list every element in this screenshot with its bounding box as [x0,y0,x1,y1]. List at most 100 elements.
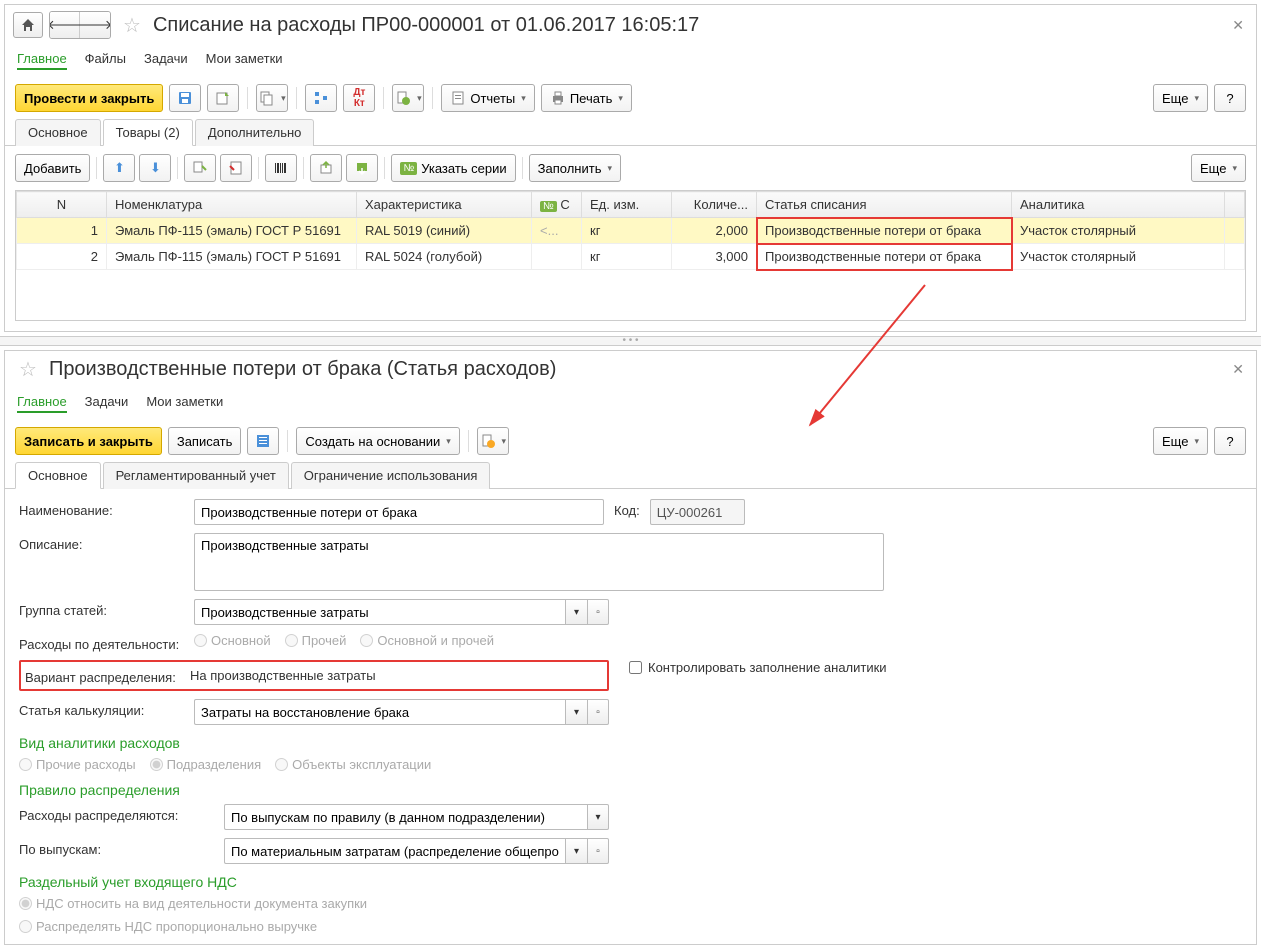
activity-radios: Основной Прочей Основной и прочей [194,633,494,648]
grid-more-button[interactable]: Еще▾ [1191,154,1246,182]
export-button[interactable] [346,154,378,182]
label-by-output: По выпускам: [19,838,214,857]
home-button[interactable] [13,12,43,38]
favorite-icon-bottom[interactable]: ☆ [13,357,43,382]
control-analytics-checkbox[interactable] [629,661,642,674]
splitter[interactable]: • • • [0,336,1261,346]
move-down-button[interactable]: ⬇ [139,154,171,182]
activity-radio-main [194,634,207,647]
label-desc: Описание: [19,533,184,552]
post-and-close-button[interactable]: Провести и закрыть [15,84,163,112]
name-field[interactable] [194,499,604,525]
col-unit[interactable]: Ед. изм. [582,192,672,218]
section-dist-rule: Правило распределения [19,782,1242,798]
tab-notes[interactable]: Мои заметки [206,49,283,70]
col-quantity[interactable]: Количе... [672,192,757,218]
calc-item-field[interactable] [194,699,565,725]
calc-dropdown-button[interactable]: ▾ [565,699,587,725]
more-button[interactable]: Еще▾ [1153,84,1208,112]
btab-notes[interactable]: Мои заметки [146,392,223,413]
more-button-bottom[interactable]: Еще▾ [1153,427,1208,455]
tab-files[interactable]: Файлы [85,49,126,70]
forward-button[interactable]: 🡒 [80,12,110,38]
activity-radio-both [360,634,373,647]
group-open-button[interactable]: ▫ [587,599,609,625]
form-area: Наименование: Код: Описание: Группа стат… [5,489,1256,944]
table-row[interactable]: 1 Эмаль ПФ-115 (эмаль) ГОСТ Р 51691 RAL … [17,218,1245,244]
bsubtab-reg[interactable]: Регламентированный учет [103,462,289,489]
save-button[interactable] [169,84,201,112]
subtab-main[interactable]: Основное [15,119,101,146]
grid-toolbar: Добавить ⬆ ⬇ №Указать серии Заполнить▾ Е… [5,146,1256,190]
col-characteristic[interactable]: Характеристика [357,192,532,218]
tab-main[interactable]: Главное [17,49,67,70]
label-dist-by: Расходы распределяются: [19,804,214,823]
help-button-bottom[interactable]: ? [1214,427,1246,455]
col-extra[interactable] [1225,192,1245,218]
save-button-bottom[interactable]: Записать [168,427,242,455]
structure-button[interactable] [305,84,337,112]
vat-radio-revenue [19,920,32,933]
subtab-goods[interactable]: Товары (2) [103,119,193,146]
save-and-close-button[interactable]: Записать и закрыть [15,427,162,455]
col-writeoff[interactable]: Статья списания [757,192,1012,218]
specify-series-button[interactable]: №Указать серии [391,154,515,182]
dist-by-field[interactable] [224,804,587,830]
tab-tasks[interactable]: Задачи [144,49,188,70]
fill-button[interactable]: Заполнить▾ [529,154,621,182]
analytics-radio-dept [150,758,163,771]
post-button[interactable] [207,84,239,112]
col-n[interactable]: N [17,192,107,218]
dist-variant-value: На производственные затраты [190,668,376,683]
favorite-icon[interactable]: ☆ [117,13,147,38]
description-field[interactable] [194,533,884,591]
top-close-button[interactable]: ✕ [1228,13,1248,38]
list-button[interactable] [247,427,279,455]
code-field[interactable] [650,499,745,525]
bottom-panel: ☆ Производственные потери от брака (Стат… [4,350,1257,945]
distby-dropdown-button[interactable]: ▾ [587,804,609,830]
barcode-button[interactable] [265,154,297,182]
reports-button[interactable]: Отчеты▾ [441,84,534,112]
col-nomenclature[interactable]: Номенклатура [107,192,357,218]
table-header-row: N Номенклатура Характеристика № С Ед. из… [17,192,1245,218]
vat-radio-doc [19,897,32,910]
activity-radio-other [285,634,298,647]
import-button[interactable] [310,154,342,182]
analytics-radio-other [19,758,32,771]
btab-tasks[interactable]: Задачи [85,392,129,413]
bottom-toolbar: Записать и закрыть Записать Создать на о… [5,421,1256,461]
bsubtab-restrict[interactable]: Ограничение использования [291,462,491,489]
group-dropdown-button[interactable]: ▾ [565,599,587,625]
subtab-additional[interactable]: Дополнительно [195,119,315,146]
add-row-button[interactable]: Добавить [15,154,90,182]
output-open-button[interactable]: ▫ [587,838,609,864]
label-code: Код: [614,499,640,518]
back-button[interactable]: 🡐 [50,12,80,38]
output-dropdown-button[interactable]: ▾ [565,838,587,864]
attach-button[interactable]: ▾ [477,427,509,455]
calc-open-button[interactable]: ▫ [587,699,609,725]
col-analytics[interactable]: Аналитика [1012,192,1225,218]
col-c[interactable]: № С [532,192,582,218]
create-from-button-bottom[interactable]: Создать на основании▾ [296,427,459,455]
bottom-titlebar: ☆ Производственные потери от брака (Стат… [5,351,1256,388]
move-up-button[interactable]: ⬆ [103,154,135,182]
print-button[interactable]: Печать▾ [541,84,632,112]
grid-paste-button[interactable] [220,154,252,182]
label-activity: Расходы по деятельности: [19,633,184,652]
create-from-button[interactable]: ▾ [392,84,424,112]
bottom-title: Производственные потери от брака (Статья… [49,358,556,381]
help-button[interactable]: ? [1214,84,1246,112]
copy-button[interactable]: ▾ [256,84,288,112]
group-field[interactable] [194,599,565,625]
bsubtab-main[interactable]: Основное [15,462,101,489]
nav-back-forward: 🡐 🡒 [49,11,111,39]
dk-button[interactable]: ДтКт [343,84,375,112]
bottom-close-button[interactable]: ✕ [1228,357,1248,382]
by-output-field[interactable] [224,838,565,864]
grid-copy-button[interactable] [184,154,216,182]
top-sub-tabs: Основное Товары (2) Дополнительно [5,118,1256,146]
table-row[interactable]: 2 Эмаль ПФ-115 (эмаль) ГОСТ Р 51691 RAL … [17,244,1245,270]
btab-main[interactable]: Главное [17,392,67,413]
